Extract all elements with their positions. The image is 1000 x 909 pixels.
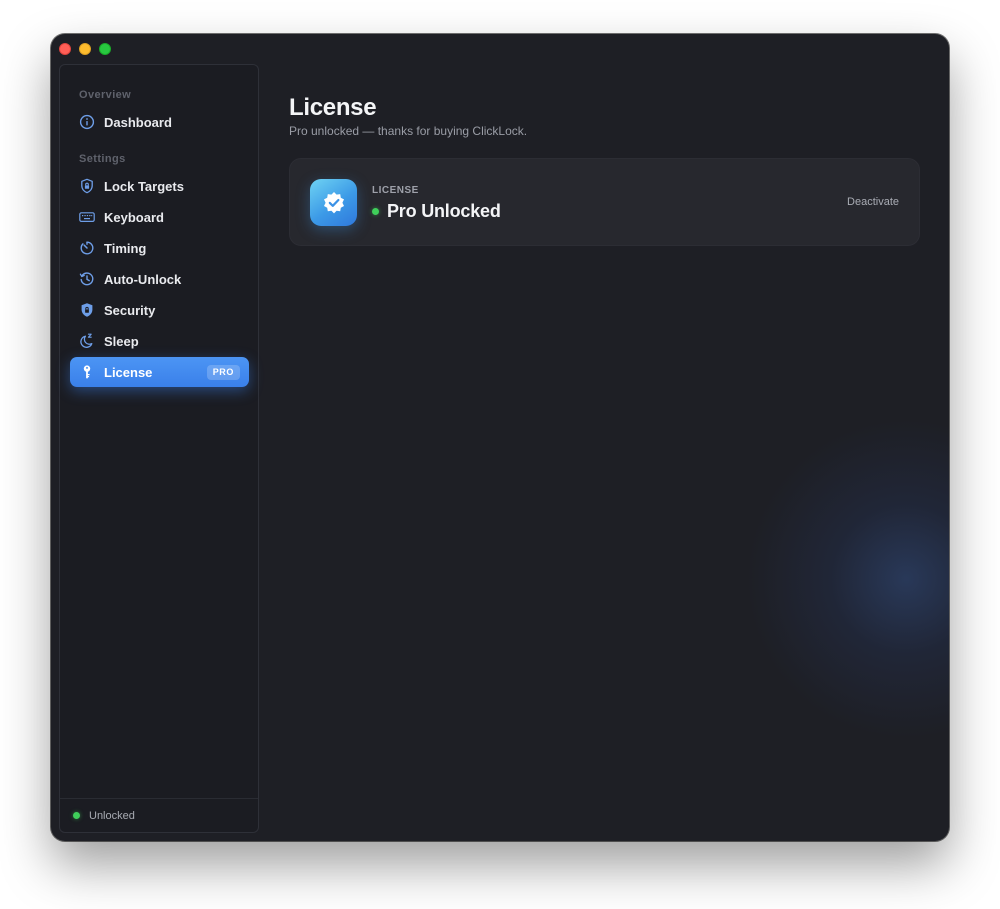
clock-history-icon: [79, 271, 95, 287]
sidebar-item-sleep[interactable]: Sleep: [70, 326, 249, 356]
timer-icon: [79, 240, 95, 256]
sidebar-item-lock-targets[interactable]: Lock Targets: [70, 171, 249, 201]
sidebar-item-label: License: [104, 364, 153, 380]
moon-zzz-icon: [79, 333, 95, 349]
keyboard-icon: [79, 209, 95, 225]
license-status: Pro Unlocked: [372, 201, 501, 222]
license-card: LICENSE Pro Unlocked Deactivate: [289, 158, 920, 246]
info-circle-icon: [79, 114, 95, 130]
license-status-text: Pro Unlocked: [387, 201, 501, 221]
verified-badge-icon: [310, 179, 357, 226]
shield-icon: [79, 302, 95, 318]
deactivate-button[interactable]: Deactivate: [847, 196, 899, 208]
sidebar-item-dashboard[interactable]: Dashboard: [70, 107, 249, 137]
sidebar-item-security[interactable]: Security: [70, 295, 249, 325]
pro-badge: PRO: [206, 365, 240, 380]
sidebar-footer: Unlocked: [60, 798, 258, 832]
sidebar-item-label: Auto-Unlock: [104, 271, 182, 287]
page-subtitle: Pro unlocked — thanks for buying ClickLo…: [289, 124, 528, 138]
zoom-window-button[interactable]: [99, 43, 111, 55]
sidebar-section-settings: Settings: [79, 153, 126, 165]
minimize-window-button[interactable]: [79, 43, 91, 55]
sidebar-item-auto-unlock[interactable]: Auto-Unlock: [70, 264, 249, 294]
sidebar-item-license[interactable]: License PRO: [70, 357, 249, 387]
license-caption: LICENSE: [372, 185, 419, 196]
background-glow: [741, 414, 949, 744]
key-icon: [79, 364, 95, 380]
sidebar-item-timing[interactable]: Timing: [70, 233, 249, 263]
page-title: License: [289, 94, 377, 121]
sidebar: Overview Dashboard Settings Lock Targets…: [59, 64, 259, 833]
status-indicator-dot: [73, 812, 80, 819]
shield-lock-icon: [79, 178, 95, 194]
sidebar-item-label: Lock Targets: [104, 178, 184, 194]
sidebar-item-label: Sleep: [104, 333, 139, 349]
lock-status-text: Unlocked: [89, 809, 135, 822]
sidebar-item-label: Keyboard: [104, 209, 164, 225]
sidebar-item-label: Dashboard: [104, 114, 172, 130]
sidebar-section-overview: Overview: [79, 89, 132, 101]
app-window: Overview Dashboard Settings Lock Targets…: [51, 34, 949, 841]
sidebar-item-label: Security: [104, 302, 156, 318]
close-window-button[interactable]: [59, 43, 71, 55]
sidebar-item-keyboard[interactable]: Keyboard: [70, 202, 249, 232]
sidebar-item-label: Timing: [104, 240, 147, 256]
window-controls: [59, 43, 111, 55]
status-indicator-dot: [372, 208, 379, 215]
